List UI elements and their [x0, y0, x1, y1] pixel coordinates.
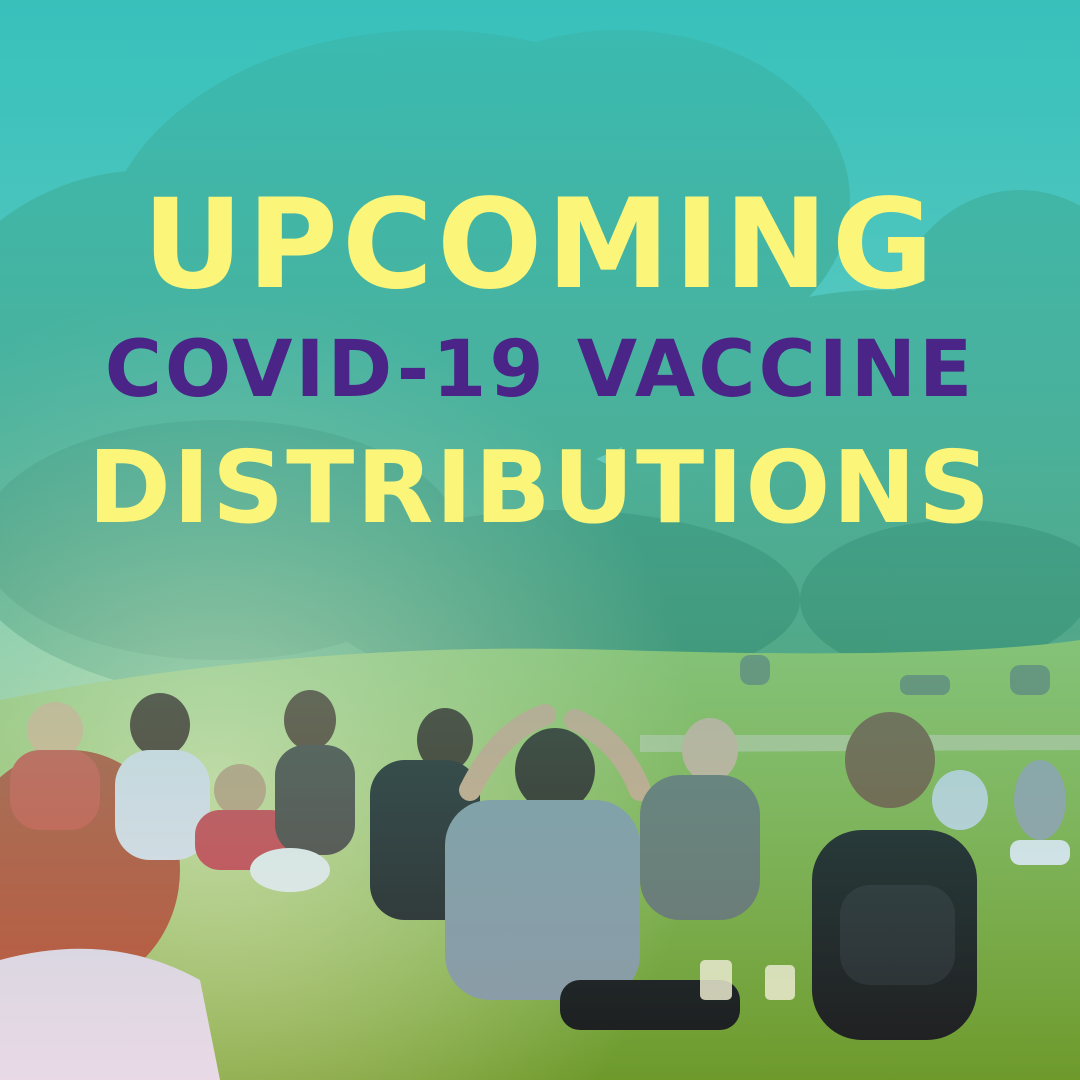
- headline-distributions: DISTRIBUTIONS: [87, 429, 993, 546]
- headline-vaccine: COVID-19 VACCINE: [104, 325, 976, 415]
- headline-upcoming: UPCOMING: [142, 173, 938, 317]
- poster: UPCOMING COVID-19 VACCINE DISTRIBUTIONS: [0, 0, 1080, 1080]
